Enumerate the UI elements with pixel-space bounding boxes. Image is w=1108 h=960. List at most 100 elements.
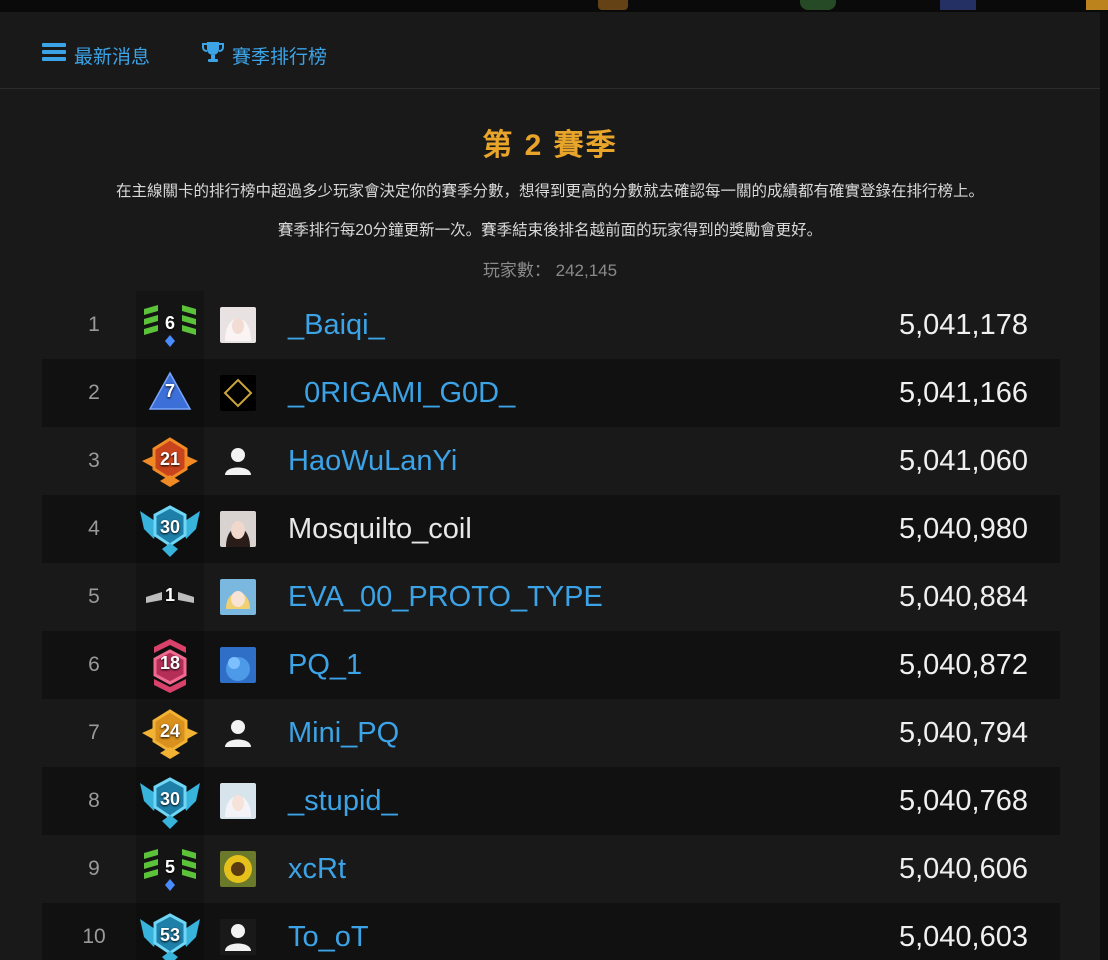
level-badge: 5 (136, 835, 204, 903)
default-user-avatar[interactable] (220, 443, 256, 479)
leaderboard-row[interactable]: 9 5 xcRt 5,040,606 (42, 835, 1060, 903)
nav-latest-news[interactable]: 最新消息 (42, 42, 150, 68)
rank-number: 10 (82, 925, 106, 948)
nav-latest-news-label: 最新消息 (74, 46, 151, 68)
leaderboard-row[interactable]: 5 1 EVA_00_PROTO_TYPE 5,040,884 (42, 563, 1060, 631)
player-name-link[interactable]: HaoWuLanYi (288, 427, 457, 495)
player-name-link[interactable]: xcRt (288, 835, 346, 903)
diamond-avatar[interactable] (220, 375, 256, 411)
level-badge: 24 (136, 699, 204, 767)
trophy-icon (202, 40, 224, 70)
badge-level-number: 6 (164, 313, 175, 333)
season-score: 5,040,794 (898, 717, 1028, 749)
anime-girl-avatar[interactable] (220, 307, 256, 343)
cyan-winged-badge-icon: 30 (138, 499, 202, 559)
season-score: 5,040,980 (898, 513, 1028, 545)
season-score: 5,040,603 (898, 921, 1028, 953)
badge-level-number: 30 (159, 789, 181, 809)
badge-level-number: 21 (159, 449, 181, 469)
leaderboard-row[interactable]: 3 21 HaoWuLanYi 5,041,060 (42, 427, 1060, 495)
rank-number: 8 (88, 789, 100, 812)
season-leaderboard-page: 最新消息 賽季排行榜 第 2 賽季 在主線關卡的排行榜中超過多少玩家會決定你的賽… (0, 0, 1108, 960)
level-badge: 53 (136, 903, 204, 960)
gold-winged-badge-icon: 24 (138, 703, 202, 763)
badge-level-number: 18 (159, 653, 181, 673)
rank-number: 6 (88, 653, 100, 676)
rank-banner-fragment (598, 0, 628, 10)
player-name-link[interactable]: EVA_00_PROTO_TYPE (288, 563, 603, 631)
leaderboard-row[interactable]: 4 30 Mosquilto_coil 5,040,980 (42, 495, 1060, 563)
rank-banner-fragment (1086, 0, 1108, 10)
anime-blonde-avatar[interactable] (220, 579, 256, 615)
menu-icon (42, 41, 66, 69)
level-badge: 7 (136, 359, 204, 427)
badge-level-number: 30 (159, 517, 181, 537)
player-name-link[interactable]: To_oT (288, 903, 369, 960)
rank-number: 1 (88, 313, 100, 336)
player-name-link[interactable]: PQ_1 (288, 631, 362, 699)
leaderboard-row[interactable]: 1 6 _Baiqi_ 5,041,178 (42, 291, 1060, 359)
update-notice: 賽季排行每20分鐘更新一次。賽季結束後排名越前面的玩家得到的獎勵會更好。 (277, 222, 823, 239)
rank-number: 2 (88, 381, 100, 404)
blue-triangle-badge-icon: 7 (138, 363, 202, 423)
nav-season-ranking-label: 賽季排行榜 (232, 46, 328, 68)
badge-level-number: 24 (159, 721, 181, 741)
girl-portrait-avatar[interactable] (220, 511, 256, 547)
badge-level-number: 1 (164, 585, 175, 605)
leaderboard-row[interactable]: 2 7 _0RIGAMI_G0D_ 5,041,166 (42, 359, 1060, 427)
level-badge: 6 (136, 291, 204, 359)
season-score: 5,040,872 (898, 649, 1028, 681)
leaderboard-row[interactable]: 8 30 _stupid_ 5,040,768 (42, 767, 1060, 835)
player-name-link[interactable]: _stupid_ (288, 767, 398, 835)
cyan-winged-badge-icon: 53 (138, 907, 202, 960)
player-name-link[interactable]: Mosquilto_coil (288, 495, 472, 563)
badge-level-number: 53 (159, 925, 181, 945)
player-name-link[interactable]: _Baiqi_ (288, 291, 385, 359)
gray-small-badge-icon: 1 (138, 567, 202, 627)
season-score: 5,041,060 (898, 445, 1028, 477)
pink-chevron-badge-icon: 18 (138, 635, 202, 695)
rank-banner-fragment (940, 0, 976, 10)
sunflower-avatar[interactable] (220, 851, 256, 887)
badge-level-number: 5 (164, 857, 175, 877)
rank-number: 7 (88, 721, 100, 744)
season-description: 在主線關卡的排行榜中超過多少玩家會決定你的賽季分數，想得到更高的分數就去確認每一… (115, 183, 984, 200)
leaderboard-row[interactable]: 10 53 To_oT 5,040,603 (42, 903, 1060, 960)
green-stripes-badge-icon: 6 (138, 295, 202, 355)
leaderboard-row[interactable]: 7 24 Mini_PQ 5,040,794 (42, 699, 1060, 767)
level-badge: 30 (136, 495, 204, 563)
player-count-label: 玩家數： (482, 261, 551, 280)
orange-winged-badge-icon: 21 (138, 431, 202, 491)
level-badge: 18 (136, 631, 204, 699)
player-name-link[interactable]: _0RIGAMI_G0D_ (288, 359, 515, 427)
default-user-avatar[interactable] (220, 715, 256, 751)
blue-sky-avatar[interactable] (220, 647, 256, 683)
leaderboard-row[interactable]: 6 18 PQ_1 5,040,872 (42, 631, 1060, 699)
season-score: 5,040,606 (898, 853, 1028, 885)
rank-number: 9 (88, 857, 100, 880)
nav-bar: 最新消息 賽季排行榜 (0, 32, 1100, 89)
cyan-winged-badge-icon: 30 (138, 771, 202, 831)
season-score: 5,040,884 (898, 581, 1028, 613)
season-score: 5,040,768 (898, 785, 1028, 817)
green-stripes-badge-icon: 5 (138, 839, 202, 899)
level-badge: 1 (136, 563, 204, 631)
rank-number: 4 (88, 517, 100, 540)
default-user-avatar[interactable] (220, 919, 256, 955)
rank-number: 5 (88, 585, 100, 608)
anime-white-hair-avatar[interactable] (220, 783, 256, 819)
badge-level-number: 7 (164, 381, 175, 401)
season-title: 第 2 賽季 (482, 129, 618, 162)
season-score: 5,041,178 (898, 309, 1028, 341)
leaderboard-table: 1 6 _Baiqi_ 5,041,178 2 7 _0RIGAMI_G0D_ 5,041,1… (42, 291, 1060, 960)
rank-number: 3 (88, 449, 100, 472)
nav-season-ranking[interactable]: 賽季排行榜 (202, 42, 327, 68)
player-count: 玩家數： 242,145 (0, 256, 1100, 281)
rank-banner-fragment (800, 0, 836, 10)
player-name-link[interactable]: Mini_PQ (288, 699, 399, 767)
level-badge: 21 (136, 427, 204, 495)
scroll-gutter[interactable] (1100, 12, 1108, 960)
season-score: 5,041,166 (898, 377, 1028, 409)
player-count-value: 242,145 (555, 261, 618, 280)
level-badge: 30 (136, 767, 204, 835)
